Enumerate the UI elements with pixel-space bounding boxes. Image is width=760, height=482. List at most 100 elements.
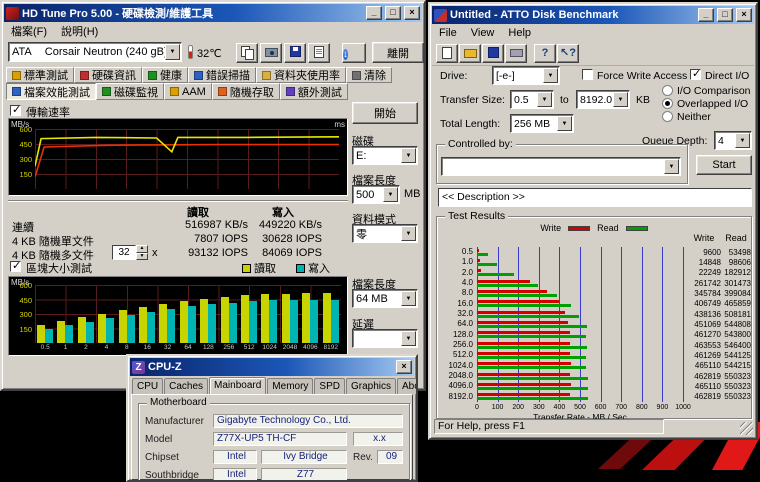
x-axis-tick: 512 — [243, 344, 255, 351]
transfer-from-select[interactable]: 0.5 ▼ — [510, 90, 554, 109]
tab-spd[interactable]: SPD — [314, 378, 345, 394]
dropdown-arrow-icon[interactable]: ▼ — [165, 44, 180, 60]
dropdown-arrow-icon[interactable]: ▼ — [537, 92, 552, 107]
spin-down-icon[interactable]: ▼ — [136, 252, 148, 260]
spin-up-icon[interactable]: ▲ — [136, 245, 148, 253]
print-button[interactable] — [505, 44, 527, 63]
transfer-to-select[interactable]: 8192.0 ▼ — [576, 90, 630, 109]
dropdown-arrow-icon[interactable]: ▼ — [401, 148, 416, 163]
chipset-value: Ivy Bridge — [261, 450, 347, 464]
open-button[interactable] — [459, 44, 481, 63]
tab-graphics[interactable]: Graphics — [345, 378, 396, 394]
atto-titlebar[interactable]: Untitled - ATTO Disk Benchmark _ □ × — [432, 6, 754, 24]
dropdown-arrow-icon[interactable]: ▼ — [383, 187, 398, 202]
tab-file-benchmark[interactable]: 檔案效能測試 — [6, 83, 96, 100]
exit-button[interactable]: 離開 — [372, 42, 424, 63]
minimize-icon[interactable]: _ — [366, 6, 382, 20]
thread-count-spinner[interactable]: 32 — [112, 245, 136, 260]
save-button[interactable] — [482, 44, 504, 63]
tab-mainboard[interactable]: Mainboard — [209, 377, 267, 394]
dropdown-arrow-icon[interactable]: ▼ — [557, 116, 572, 131]
disk-select[interactable]: E: ▼ — [352, 146, 418, 165]
drive-selector[interactable]: ATA Corsair Neutron (240 gB) ▼ — [8, 42, 182, 62]
queue-depth-select[interactable]: 4 ▼ — [714, 131, 752, 150]
new-button[interactable] — [436, 44, 458, 63]
read-value: 544215 — [724, 361, 751, 371]
manufacturer-value: Gigabyte Technology Co., Ltd. — [213, 414, 403, 428]
total-length-select[interactable]: 256 MB ▼ — [510, 114, 574, 133]
drive-select[interactable]: [-e-] ▼ — [492, 66, 560, 85]
block-size-checkbox[interactable] — [10, 259, 21, 272]
io-comparison-radio[interactable] — [662, 85, 673, 96]
tab-memory[interactable]: Memory — [267, 378, 314, 394]
description-field[interactable]: << Description >> — [438, 188, 752, 207]
tab-caches[interactable]: Caches — [164, 378, 209, 394]
about-button[interactable]: ? — [534, 44, 556, 63]
tab-cpu[interactable]: CPU — [132, 378, 164, 394]
dropdown-arrow-icon[interactable]: ▼ — [613, 92, 628, 107]
maximize-icon[interactable]: □ — [717, 8, 733, 22]
tab-error-scan[interactable]: 錯誤掃描 — [188, 67, 256, 83]
write-value: 345784 — [694, 288, 721, 298]
dropdown-arrow-icon[interactable]: ▼ — [735, 133, 750, 148]
minimize-icon[interactable]: _ — [698, 8, 714, 22]
tab-about[interactable]: About — [397, 378, 416, 394]
atto-toolbar: ? ↖? — [432, 41, 754, 66]
x-axis-tick: 2048 — [282, 344, 298, 351]
close-icon[interactable]: × — [736, 8, 752, 22]
data-pattern-select[interactable]: 零 ▼ — [352, 224, 418, 243]
read-bar — [477, 345, 587, 349]
start-button[interactable]: 開始 — [352, 102, 418, 124]
save-text-button[interactable] — [308, 43, 330, 63]
neither-radio[interactable] — [662, 111, 673, 122]
direct-io-checkbox[interactable] — [690, 67, 701, 80]
close-icon[interactable]: × — [404, 6, 420, 20]
tab-disk-info[interactable]: 硬碟資訊 — [74, 67, 142, 83]
delay-select[interactable]: ▼ — [352, 329, 418, 348]
start-button[interactable]: Start — [696, 155, 752, 175]
dropdown-arrow-icon[interactable]: ▼ — [664, 159, 679, 174]
menu-help[interactable]: 說明(H) — [54, 22, 105, 40]
tab-health[interactable]: 健康 — [142, 67, 188, 83]
tab-erase[interactable]: 清除 — [346, 67, 392, 83]
cpuz-titlebar[interactable]: Z CPU-Z × — [130, 358, 414, 376]
screenshot-button[interactable] — [260, 43, 282, 63]
dropdown-arrow-icon[interactable]: ▼ — [401, 291, 416, 306]
file-length-select[interactable]: 500 ▼ — [352, 185, 400, 204]
dropdown-arrow-icon[interactable]: ▼ — [401, 226, 416, 241]
write-bar — [477, 341, 571, 345]
menu-help[interactable]: Help — [501, 26, 538, 40]
force-write-label: Force Write Access — [597, 70, 688, 82]
write-column-header: 寫入 — [272, 207, 294, 219]
read-bar — [477, 314, 580, 318]
overlapped-io-radio[interactable] — [662, 98, 673, 109]
legend-read-label: Read — [597, 223, 619, 233]
tab-folder-usage[interactable]: 資料夾使用率 — [256, 67, 346, 83]
context-help-button[interactable]: ↖? — [557, 44, 579, 63]
thread-suffix: x — [152, 247, 158, 259]
hdtune-titlebar[interactable]: HD Tune Pro 5.00 - 硬碟檢測/維護工具 _ □ × — [4, 4, 422, 22]
controlled-by-select[interactable]: ▼ — [441, 157, 681, 176]
transfer-size-tick: 64.0 — [457, 319, 473, 329]
transfer-line — [35, 137, 339, 166]
close-icon[interactable]: × — [396, 360, 412, 374]
dropdown-arrow-icon[interactable]: ▼ — [543, 68, 558, 83]
tab-aam[interactable]: AAM — [164, 83, 212, 100]
block-file-length-select[interactable]: 64 MB ▼ — [352, 289, 418, 308]
update-button[interactable]: ↓ — [342, 43, 366, 63]
hdtune-window-title: HD Tune Pro 5.00 - 硬碟檢測/維護工具 — [22, 8, 214, 20]
transfer-rate-checkbox[interactable] — [10, 103, 21, 116]
resize-grip[interactable] — [740, 422, 753, 435]
maximize-icon[interactable]: □ — [385, 6, 401, 20]
save-button[interactable] — [284, 43, 306, 63]
dropdown-arrow-icon[interactable]: ▼ — [401, 331, 416, 346]
tab-extra-tests[interactable]: 額外測試 — [279, 83, 348, 100]
copy-button[interactable] — [236, 43, 258, 63]
menu-file[interactable]: 檔案(F) — [4, 22, 54, 40]
menu-view[interactable]: View — [464, 26, 502, 40]
tab-random-access[interactable]: 隨機存取 — [211, 83, 280, 100]
menu-file[interactable]: File — [432, 26, 464, 40]
force-write-checkbox[interactable] — [582, 69, 593, 80]
tab-benchmark[interactable]: 標準測試 — [6, 67, 74, 83]
tab-disk-monitor[interactable]: 磁碟監視 — [96, 83, 164, 100]
